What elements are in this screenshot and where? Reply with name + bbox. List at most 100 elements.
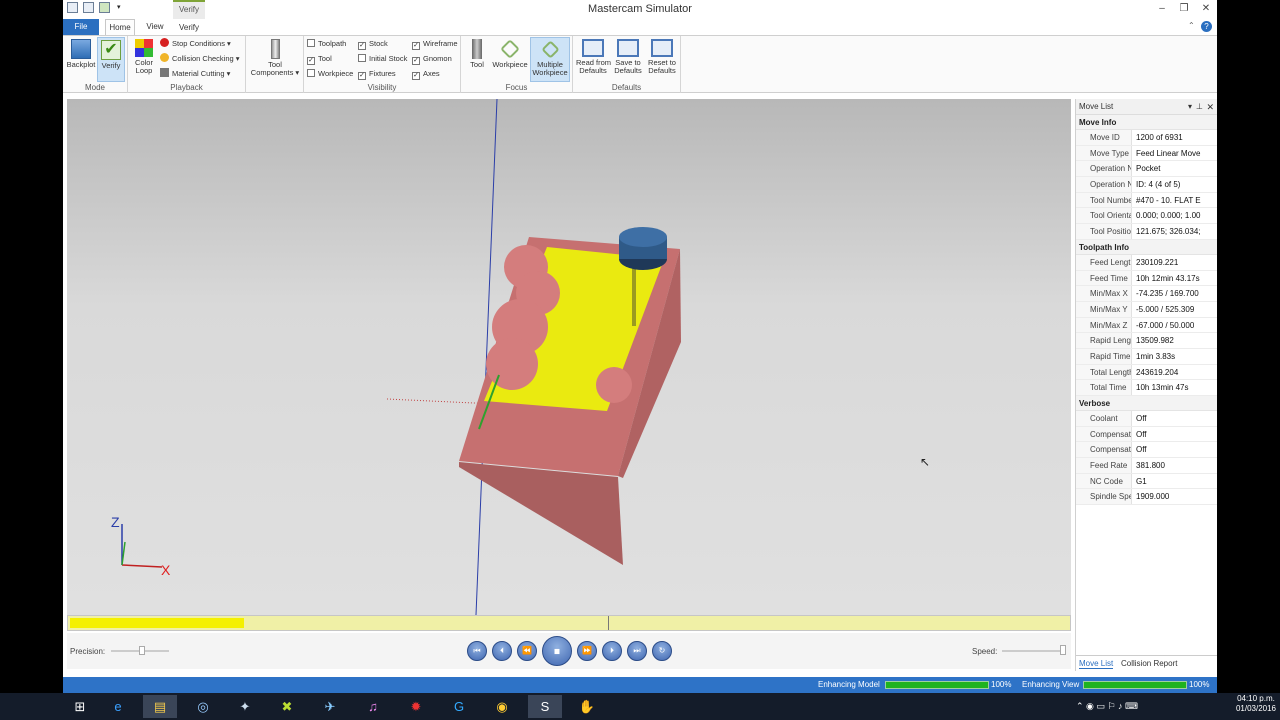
property-row[interactable]: Compensation Off [1076,442,1217,459]
tab-move-list[interactable]: Move List [1079,659,1114,669]
property-row[interactable]: Move Type Feed Linear Move [1076,145,1217,162]
property-key: Tool Number [1076,192,1132,208]
fixtures-checkbox[interactable]: ✓ Fixtures [358,68,407,80]
panel-menu-icon[interactable]: ▾ [1188,99,1192,115]
rewind-button[interactable]: ⏪ [517,641,537,661]
material-cutting-dropdown[interactable]: Material Cutting ▾ [160,68,230,80]
axes-checkbox[interactable]: ✓ Axes [412,68,458,80]
property-row[interactable]: Tool Number #470 - 10. FLAT E [1076,192,1217,209]
collapse-ribbon-icon[interactable]: ⌃ [1188,21,1195,30]
go-to-start-button[interactable]: ⏮ [467,641,487,661]
property-row[interactable]: Feed Time 10h 12min 43.17s [1076,270,1217,287]
color-loop-button[interactable]: Color Loop [131,39,157,75]
reset-to-defaults-button[interactable]: Reset to Defaults [645,39,679,75]
help-icon[interactable]: ? [1201,21,1212,32]
stop-conditions-dropdown[interactable]: Stop Conditions ▾ [160,38,231,50]
simulation-viewport[interactable]: Z X ↖ [67,98,1071,616]
property-row[interactable]: Min/Max Y -5.000 / 525.309 [1076,301,1217,318]
property-row[interactable]: Move ID 1200 of 6931 [1076,130,1217,146]
gnomon-x-label: X [161,562,171,578]
property-row[interactable]: Min/Max X -74.235 / 169.700 [1076,286,1217,302]
property-row[interactable]: Rapid Time 1min 3.83s [1076,348,1217,365]
loop-button[interactable]: ↻ [652,641,672,661]
restore-button[interactable]: ❐ [1175,2,1193,15]
property-row[interactable]: Operation Nu ID: 4 (4 of 5) [1076,177,1217,193]
tab-home[interactable]: Home [105,19,135,35]
app-icon-3[interactable]: ✖ [270,695,304,718]
section-header[interactable]: Toolpath Info [1076,239,1217,255]
tool-checkbox-box[interactable]: ✓ [307,57,315,65]
tab-file[interactable]: File [63,19,99,35]
workpiece-checkbox[interactable]: Workpiece [307,68,353,80]
start-button[interactable]: ⊞ [63,695,97,718]
solidworks-icon[interactable]: S [528,695,562,718]
step-forward-button[interactable]: ⏵ [602,641,622,661]
property-row[interactable]: Compensation Off [1076,426,1217,443]
panel-close-icon[interactable]: ✕ [1206,99,1214,115]
tray-icons[interactable]: ⌃ ◉ ▭ ⚐ ♪ ⌨ [1076,701,1138,712]
app-icon-4[interactable]: ✈ [313,695,347,718]
verify-button[interactable]: ✔ Verify [97,37,125,82]
tool-components-button[interactable]: Tool Components ▾ [249,39,301,77]
initial-stock-checkbox[interactable]: Initial Stock [358,53,407,65]
clock[interactable]: 04:10 p.m. 01/03/2016 [1236,694,1276,714]
gnomon-checkbox[interactable]: ✓ Gnomon [412,53,458,65]
app-icon-2[interactable]: ✦ [228,695,262,718]
focus-multiple-workpiece-button[interactable]: Multiple Workpiece [530,37,570,82]
backplot-button[interactable]: Backplot [66,39,96,69]
chrome-icon[interactable]: ◉ [485,695,519,718]
property-row[interactable]: NC Code G1 [1076,473,1217,490]
focus-workpiece-button[interactable]: Workpiece [492,39,528,69]
close-button[interactable]: ✕ [1197,2,1215,15]
property-row[interactable]: Operation Na Pocket [1076,161,1217,178]
fast-forward-button[interactable]: ⏩ [577,641,597,661]
section-header[interactable]: Move Info [1076,115,1217,130]
property-row[interactable]: Spindle Speed 1909.000 [1076,489,1217,506]
collision-checking-dropdown[interactable]: Collision Checking ▾ [160,53,240,65]
app-icon-6[interactable]: G [442,695,476,718]
internet-explorer-icon[interactable]: e [101,695,135,718]
property-row[interactable]: Feed Length 230109.221 [1076,254,1217,271]
minimize-button[interactable]: – [1153,2,1171,15]
playback-timeline[interactable] [67,615,1071,631]
pin-icon[interactable]: ⊥ [1196,99,1203,115]
property-row[interactable]: Total Time 10h 13min 47s [1076,380,1217,396]
property-row[interactable]: Coolant Off [1076,411,1217,427]
stock-checkbox-box[interactable]: ✓ [358,42,366,50]
speed-slider-handle[interactable] [1060,645,1066,655]
property-row[interactable]: Feed Rate 381.800 [1076,458,1217,474]
app-icon-1[interactable]: ◎ [186,695,220,718]
save-to-defaults-button[interactable]: Save to Defaults [611,39,645,75]
precision-slider-handle[interactable] [139,646,145,655]
property-row[interactable]: Tool Position 121.675; 326.034; [1076,224,1217,240]
property-row[interactable]: Total Length 243619.204 [1076,364,1217,381]
workpiece-checkbox-box[interactable] [307,69,315,77]
stop-button[interactable]: ⏹ [542,636,572,666]
axes-checkbox-box[interactable]: ✓ [412,72,420,80]
toolpath-checkbox[interactable]: Toolpath [307,38,353,50]
stock-checkbox[interactable]: ✓ Stock [358,38,407,50]
fixtures-checkbox-box[interactable]: ✓ [358,72,366,80]
toolpath-checkbox-box[interactable] [307,39,315,47]
gnomon-checkbox-box[interactable]: ✓ [412,57,420,65]
go-to-end-button[interactable]: ⏭ [627,641,647,661]
property-row[interactable]: Tool Orientati 0.000; 0.000; 1.00 [1076,208,1217,225]
wireframe-checkbox-box[interactable]: ✓ [412,42,420,50]
itunes-icon[interactable]: ♫ [356,695,390,718]
property-row[interactable]: Rapid Length 13509.982 [1076,333,1217,349]
section-header[interactable]: Verbose [1076,396,1217,411]
read-from-defaults-button[interactable]: Read from Defaults [576,39,611,75]
app-icon-5[interactable]: ✹ [399,695,433,718]
step-back-button[interactable]: ⏴ [492,641,512,661]
tab-view[interactable]: View [141,19,169,35]
speed-slider[interactable] [1002,650,1066,652]
tool-checkbox[interactable]: ✓ Tool [307,53,353,65]
file-explorer-icon[interactable]: ▤ [143,695,177,718]
initial-stock-checkbox-box[interactable] [358,54,366,62]
wireframe-checkbox[interactable]: ✓ Wireframe [412,38,458,50]
tab-collision-report[interactable]: Collision Report [1121,659,1177,668]
tab-verify[interactable]: Verify [173,20,205,36]
focus-tool-button[interactable]: Tool [464,39,490,69]
mastercam-icon[interactable]: ✋ [570,695,604,718]
property-row[interactable]: Min/Max Z -67.000 / 50.000 [1076,317,1217,334]
